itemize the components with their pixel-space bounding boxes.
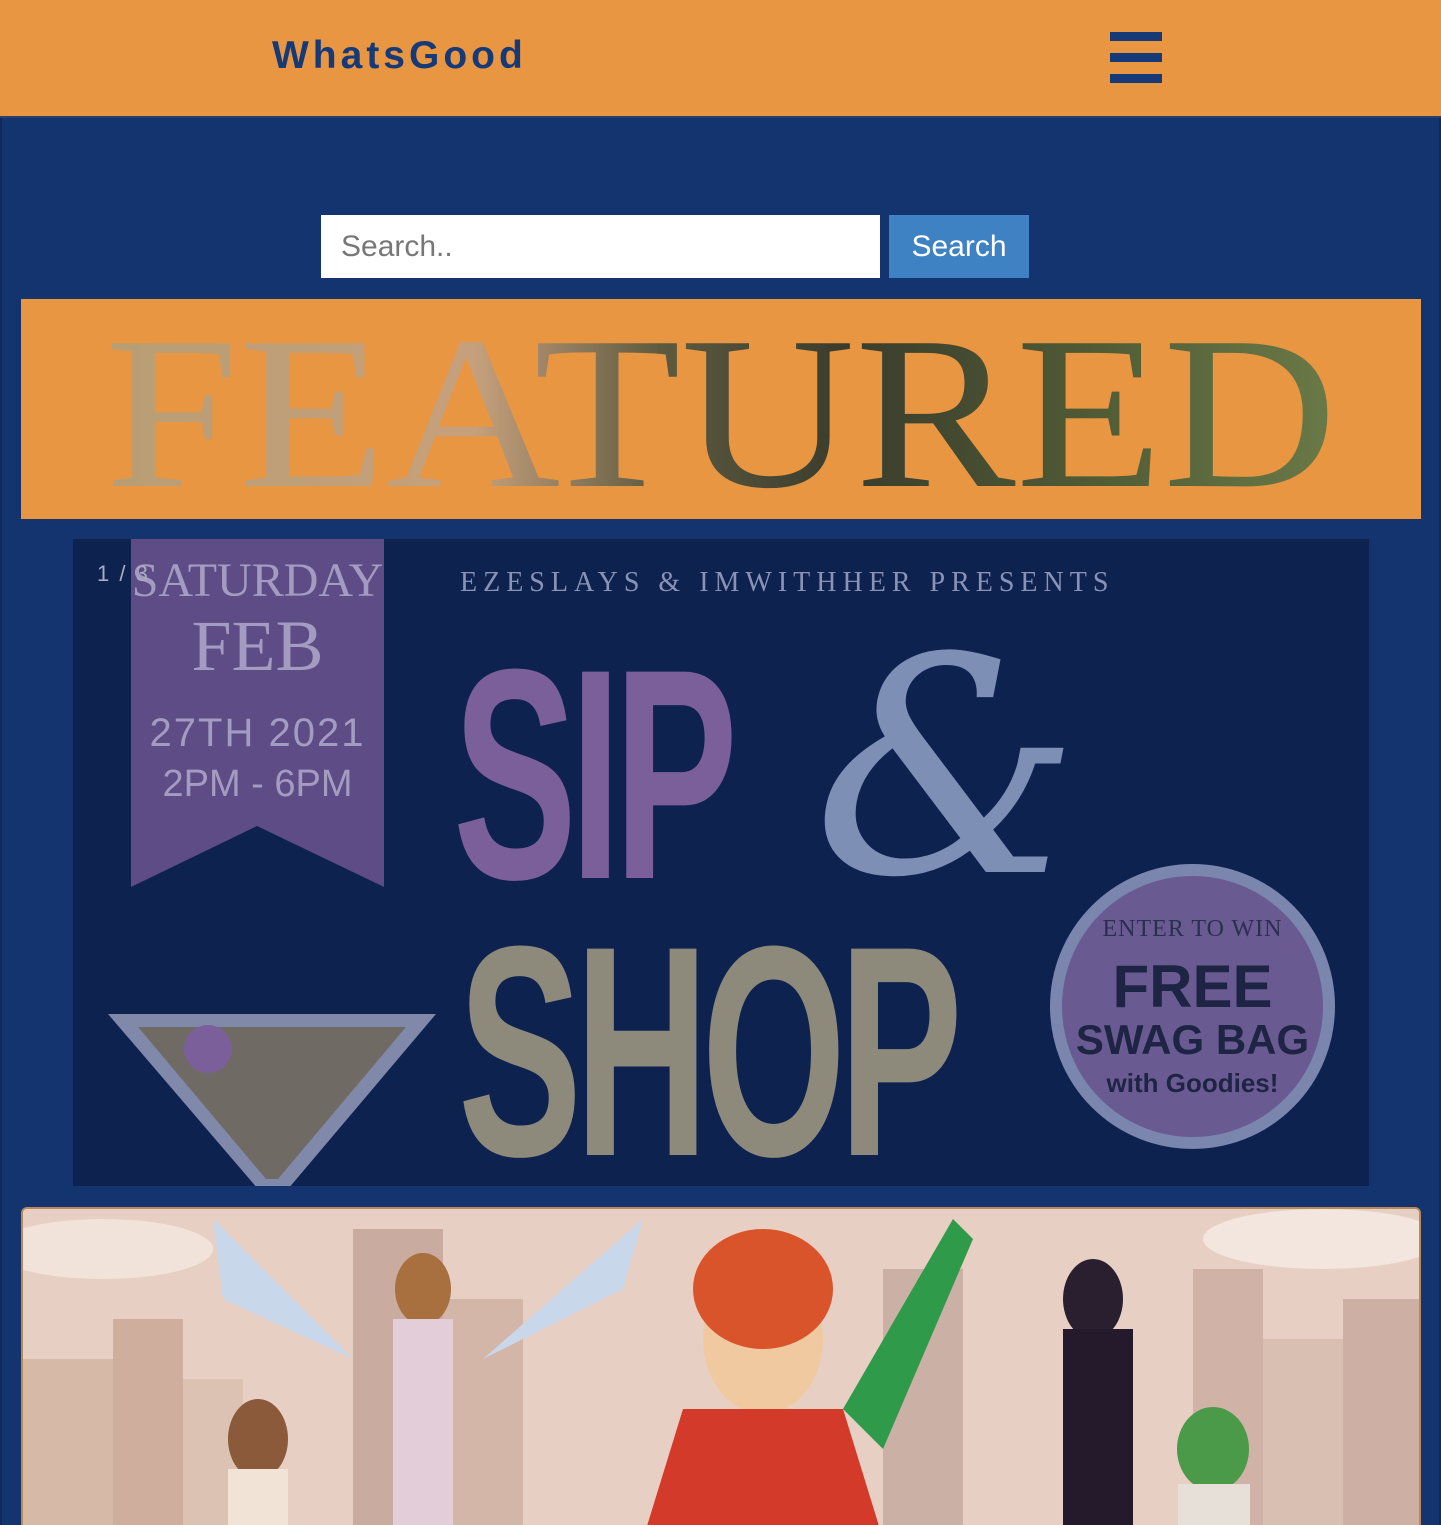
event-title-top: SIP (453, 606, 738, 942)
search-button[interactable]: Search (889, 215, 1029, 278)
event-title-ampersand: & (813, 594, 1081, 943)
event-title-bottom: SHOP (458, 883, 963, 1186)
badge-line-3: SWAG BAG (1075, 1016, 1310, 1063)
site-header: WhatsGood (0, 0, 1441, 118)
brand-logo[interactable]: WhatsGood (272, 34, 527, 78)
badge-line-4: with Goodies! (1106, 1068, 1279, 1098)
swag-bag-badge: ENTER TO WIN FREE SWAG BAG with Goodies! (1050, 864, 1335, 1149)
menu-bar (1110, 53, 1162, 62)
event-day: SATURDAY (131, 554, 384, 607)
search-input[interactable] (321, 215, 880, 278)
event-illustration (23, 1209, 1419, 1525)
badge-line-1: ENTER TO WIN (1102, 916, 1283, 942)
menu-bar (1110, 74, 1162, 83)
event-month: FEB (191, 606, 324, 686)
hamburger-menu-icon[interactable] (1110, 32, 1162, 84)
event-time: 2PM - 6PM (162, 763, 353, 805)
featured-heading: FEATURED (105, 299, 1337, 519)
slide-counter: 1 / 3 (97, 561, 150, 586)
event-card[interactable] (21, 1207, 1421, 1525)
menu-bar (1110, 32, 1162, 41)
event-date: 27TH 2021 (149, 711, 366, 755)
featured-slideshow[interactable]: SATURDAY FEB 27TH 2021 2PM - 6PM 1 / 3 E… (73, 539, 1369, 1186)
featured-heading-text: FEATURED (105, 299, 1337, 519)
martini-glass-icon (108, 1014, 436, 1186)
frame-edge-left (0, 118, 2, 1525)
badge-line-2: FREE (1112, 953, 1273, 1020)
featured-banner: FEATURED (21, 299, 1421, 519)
